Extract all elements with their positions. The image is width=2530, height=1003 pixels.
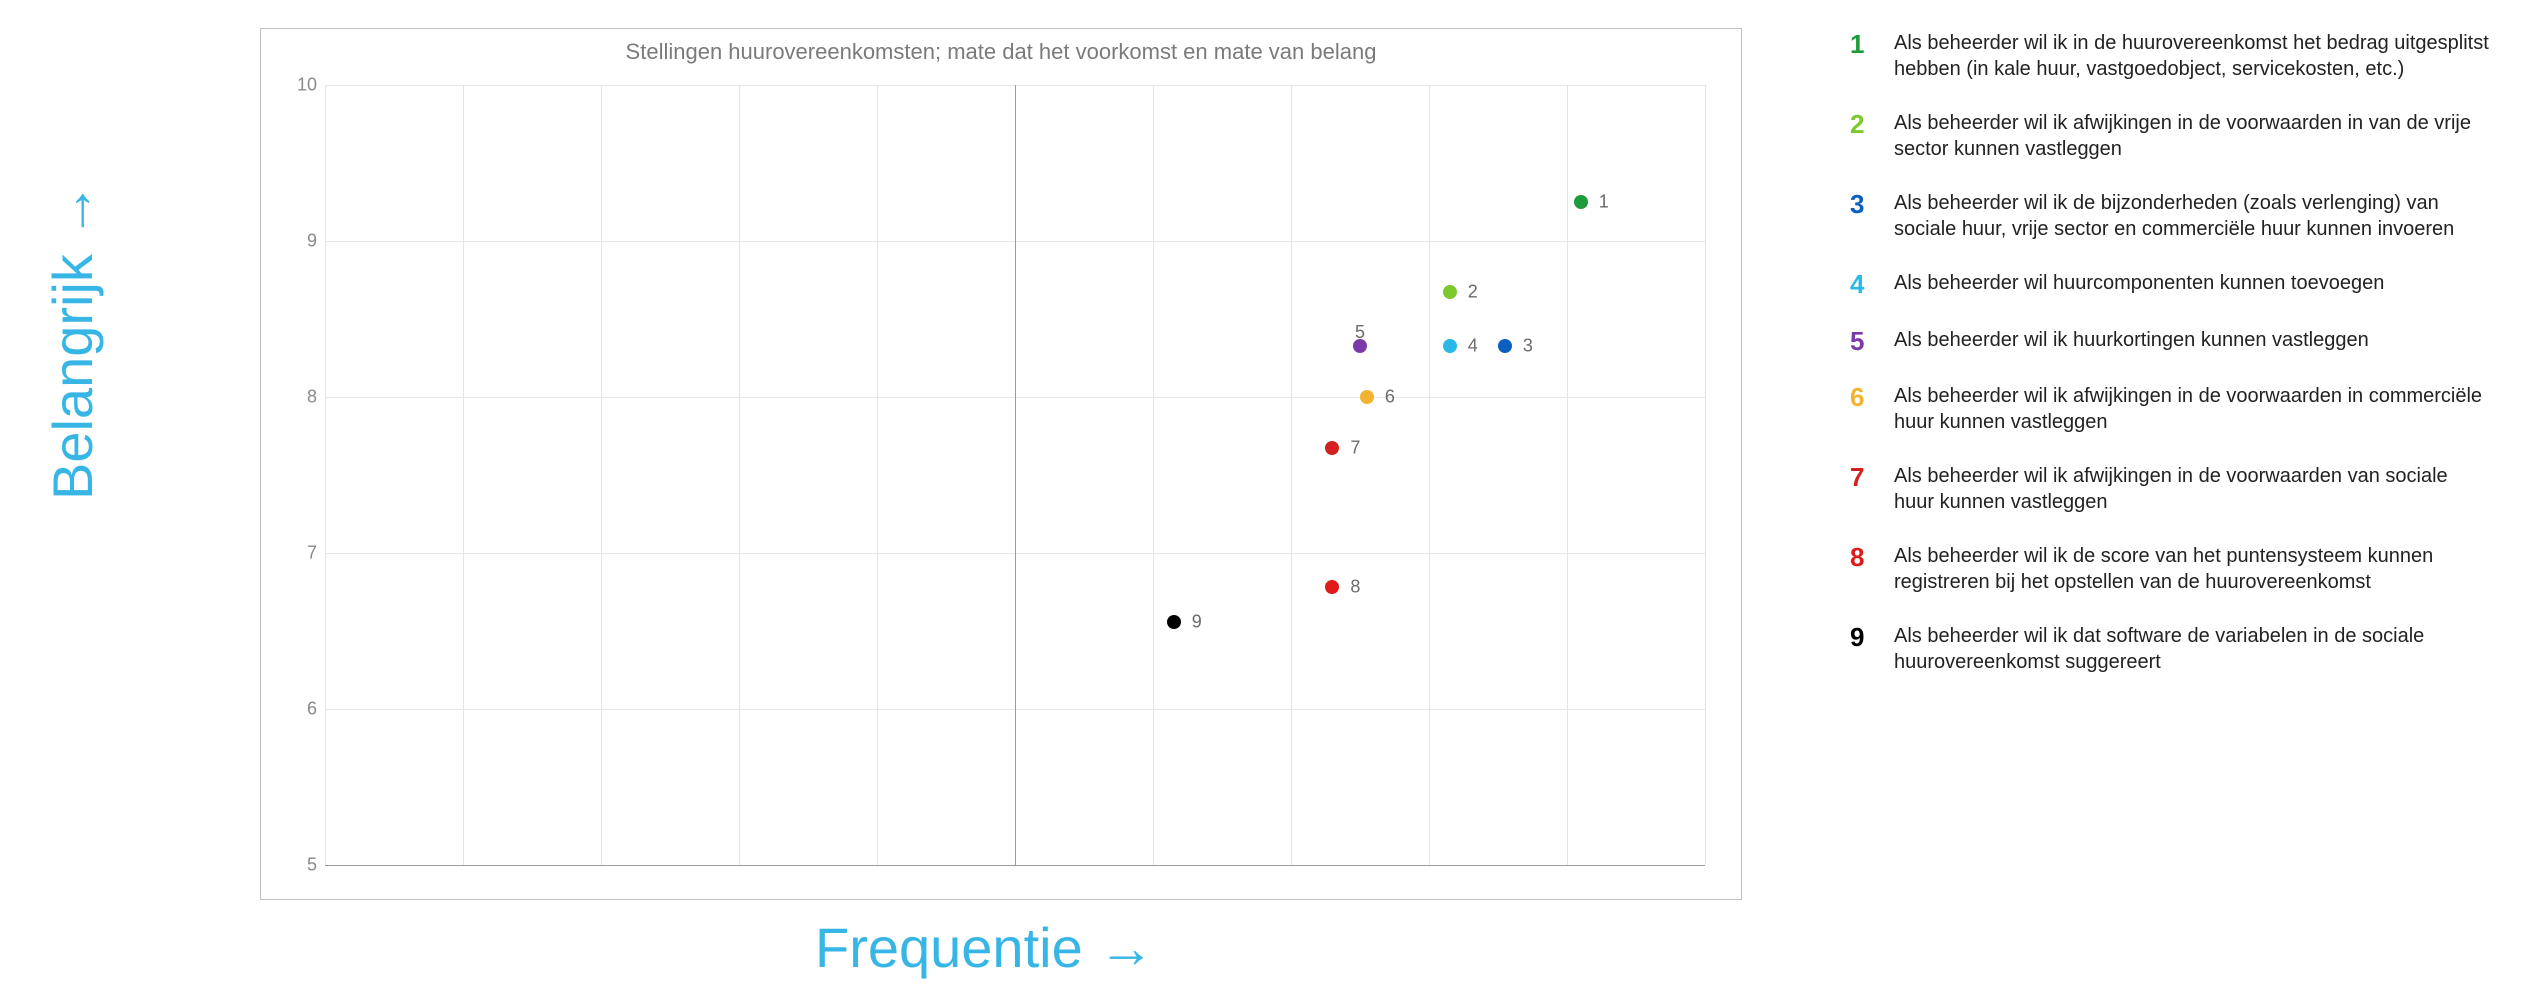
legend-text: Als beheerder wil ik afwijkingen in de v… xyxy=(1894,383,2490,435)
gridline-v xyxy=(325,85,326,865)
chart-plot-area: 5678910123456789 xyxy=(325,85,1705,865)
data-point-label-3: 3 xyxy=(1523,335,1533,356)
data-point-4 xyxy=(1443,339,1457,353)
y-tick-label: 8 xyxy=(307,387,317,408)
legend-text: Als beheerder wil ik de score van het pu… xyxy=(1894,543,2490,595)
data-point-7 xyxy=(1325,441,1339,455)
legend-text: Als beheerder wil huurcomponenten kunnen… xyxy=(1894,270,2490,296)
y-tick-label: 9 xyxy=(307,231,317,252)
legend-text: Als beheerder wil ik afwijkingen in de v… xyxy=(1894,110,2490,162)
legend-number: 2 xyxy=(1850,110,1894,139)
legend-text: Als beheerder wil ik de bijzonderheden (… xyxy=(1894,190,2490,242)
legend-item-3: 3Als beheerder wil ik de bijzonderheden … xyxy=(1850,190,2490,242)
data-point-label-2: 2 xyxy=(1468,282,1478,303)
legend-number: 9 xyxy=(1850,623,1894,652)
legend-number: 4 xyxy=(1850,270,1894,299)
data-point-3 xyxy=(1498,339,1512,353)
gridline-v xyxy=(463,85,464,865)
gridline-v xyxy=(1705,85,1706,865)
legend-number: 7 xyxy=(1850,463,1894,492)
y-tick-label: 6 xyxy=(307,699,317,720)
legend-number: 8 xyxy=(1850,543,1894,572)
y-tick-label: 5 xyxy=(307,855,317,876)
y-tick-label: 10 xyxy=(297,75,317,96)
data-point-label-4: 4 xyxy=(1468,335,1478,356)
gridline-v xyxy=(601,85,602,865)
legend-item-2: 2Als beheerder wil ik afwijkingen in de … xyxy=(1850,110,2490,162)
legend-item-7: 7Als beheerder wil ik afwijkingen in de … xyxy=(1850,463,2490,515)
data-point-1 xyxy=(1574,195,1588,209)
data-point-2 xyxy=(1443,285,1457,299)
data-point-label-8: 8 xyxy=(1350,577,1360,598)
data-point-label-9: 9 xyxy=(1192,611,1202,632)
y-tick-label: 7 xyxy=(307,543,317,564)
x-axis-label: Frequentie → xyxy=(815,915,1154,980)
y-axis-label: Belangrijk → xyxy=(40,183,105,500)
legend-item-9: 9Als beheerder wil ik dat software de va… xyxy=(1850,623,2490,675)
center-vertical-line xyxy=(1015,85,1016,865)
data-point-6 xyxy=(1360,390,1374,404)
legend-number: 5 xyxy=(1850,327,1894,356)
data-point-label-7: 7 xyxy=(1350,438,1360,459)
gridline-v xyxy=(1291,85,1292,865)
gridline-v xyxy=(877,85,878,865)
legend-number: 6 xyxy=(1850,383,1894,412)
gridline-v xyxy=(739,85,740,865)
gridline-v xyxy=(1567,85,1568,865)
chart-frame: Stellingen huurovereenkomsten; mate dat … xyxy=(260,28,1742,900)
gridline-h xyxy=(325,865,1705,866)
legend-number: 3 xyxy=(1850,190,1894,219)
legend-item-6: 6Als beheerder wil ik afwijkingen in de … xyxy=(1850,383,2490,435)
legend-text: Als beheerder wil ik in de huurovereenko… xyxy=(1894,30,2490,82)
legend-item-8: 8Als beheerder wil ik de score van het p… xyxy=(1850,543,2490,595)
legend-number: 1 xyxy=(1850,30,1894,59)
page: Belangrijk → Frequentie → Stellingen huu… xyxy=(0,0,2530,1003)
gridline-v xyxy=(1429,85,1430,865)
data-point-label-1: 1 xyxy=(1599,192,1609,213)
legend-item-5: 5Als beheerder wil ik huurkortingen kunn… xyxy=(1850,327,2490,356)
gridline-v xyxy=(1153,85,1154,865)
data-point-9 xyxy=(1167,615,1181,629)
data-point-8 xyxy=(1325,580,1339,594)
data-point-label-5: 5 xyxy=(1355,322,1365,343)
legend-text: Als beheerder wil ik afwijkingen in de v… xyxy=(1894,463,2490,515)
legend-item-1: 1Als beheerder wil ik in de huurovereenk… xyxy=(1850,30,2490,82)
data-point-label-6: 6 xyxy=(1385,387,1395,408)
legend-text: Als beheerder wil ik dat software de var… xyxy=(1894,623,2490,675)
legend-text: Als beheerder wil ik huurkortingen kunne… xyxy=(1894,327,2490,353)
legend-item-4: 4Als beheerder wil huurcomponenten kunne… xyxy=(1850,270,2490,299)
legend-panel: 1Als beheerder wil ik in de huurovereenk… xyxy=(1850,30,2490,703)
chart-title: Stellingen huurovereenkomsten; mate dat … xyxy=(261,39,1741,65)
